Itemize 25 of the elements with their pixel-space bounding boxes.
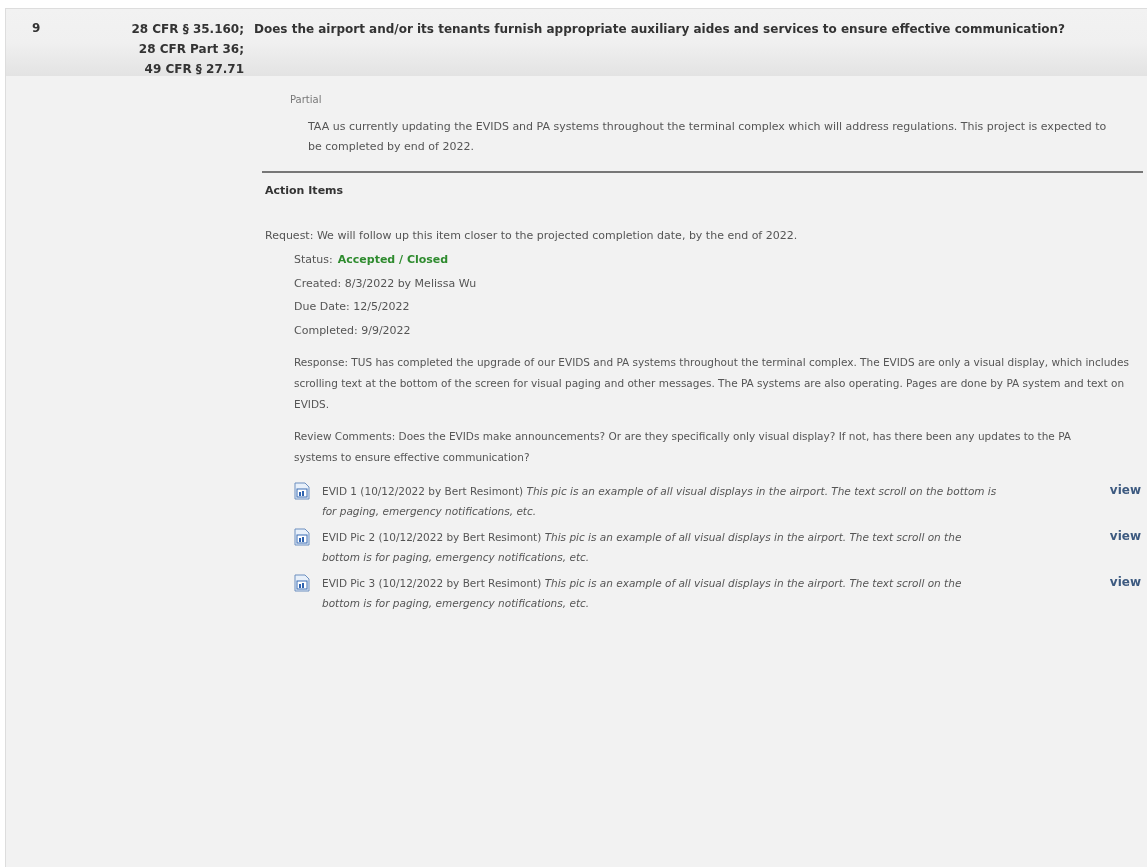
review-comments: Review Comments: Does the EVIDs make announcements? Or are they specifically only visual display? If not, has there been any updates to the PA systems to ensure effective communication?: [294, 429, 1072, 465]
regulation-citation: 28 CFR Part 36;: [138, 41, 244, 58]
image-file-icon: [294, 528, 310, 546]
view-link[interactable]: view: [1109, 573, 1141, 591]
detail-text: Created: 8/3/2022 by Melissa Wu: [294, 275, 478, 292]
question-number: 9: [31, 20, 42, 37]
answer-rating: Partial: [289, 93, 323, 107]
attachment-description: EVID Pic 2 (10/12/2022 by Bert Resimont) This pic is an example of all visual displays in the airport. The text scroll on the bottom is for paging, emergency notifications, etc.: [322, 530, 963, 565]
answer-comment: TAA us currently updating the EVIDS and PA systems throughout the terminal complex which will address regulations. This project is expected to be completed by end of 2022.: [307, 119, 1108, 155]
status-label: Status:: [294, 252, 333, 268]
request-text: Request: We will follow up this item closer to the projected completion date, by the end of 2022.: [264, 227, 799, 244]
status-value: Accepted / Closed: [337, 252, 449, 268]
section-heading: Action Items: [264, 183, 345, 199]
attachment-description: EVID 1 (10/12/2022 by Bert Resimont) This pic is an example of all visual displays in the airport. The text scroll on the bottom is for paging, emergency notifications, etc.: [322, 484, 998, 519]
response-text: Response: TUS has completed the upgrade of our EVIDS and PA systems throughout the terminal complex. The EVIDS are only a visual display, which includes scrolling text at the bottom of the screen for visual paging and other messages. The PA systems are also operating. Pages are done by PA system and text on EVIDS.: [294, 355, 1130, 412]
image-file-icon: [294, 482, 310, 500]
regulation-citation: 28 CFR § 35.160;: [131, 21, 244, 38]
detail-text: Completed: 9/9/2022: [294, 322, 412, 339]
view-link[interactable]: view: [1109, 527, 1141, 545]
attachment-description: EVID Pic 3 (10/12/2022 by Bert Resimont) This pic is an example of all visual displays in the airport. The text scroll on the bottom is for paging, emergency notifications, etc.: [322, 576, 963, 611]
image-file-icon: [294, 574, 310, 592]
detail-text: Due Date: 12/5/2022: [294, 299, 411, 315]
view-link[interactable]: view: [1109, 481, 1141, 499]
question-text: Does the airport and/or its tenants furnish appropriate auxiliary aides and services to ensure effective communication?: [254, 21, 1067, 38]
regulation-citation: 49 CFR § 27.71: [144, 61, 244, 78]
